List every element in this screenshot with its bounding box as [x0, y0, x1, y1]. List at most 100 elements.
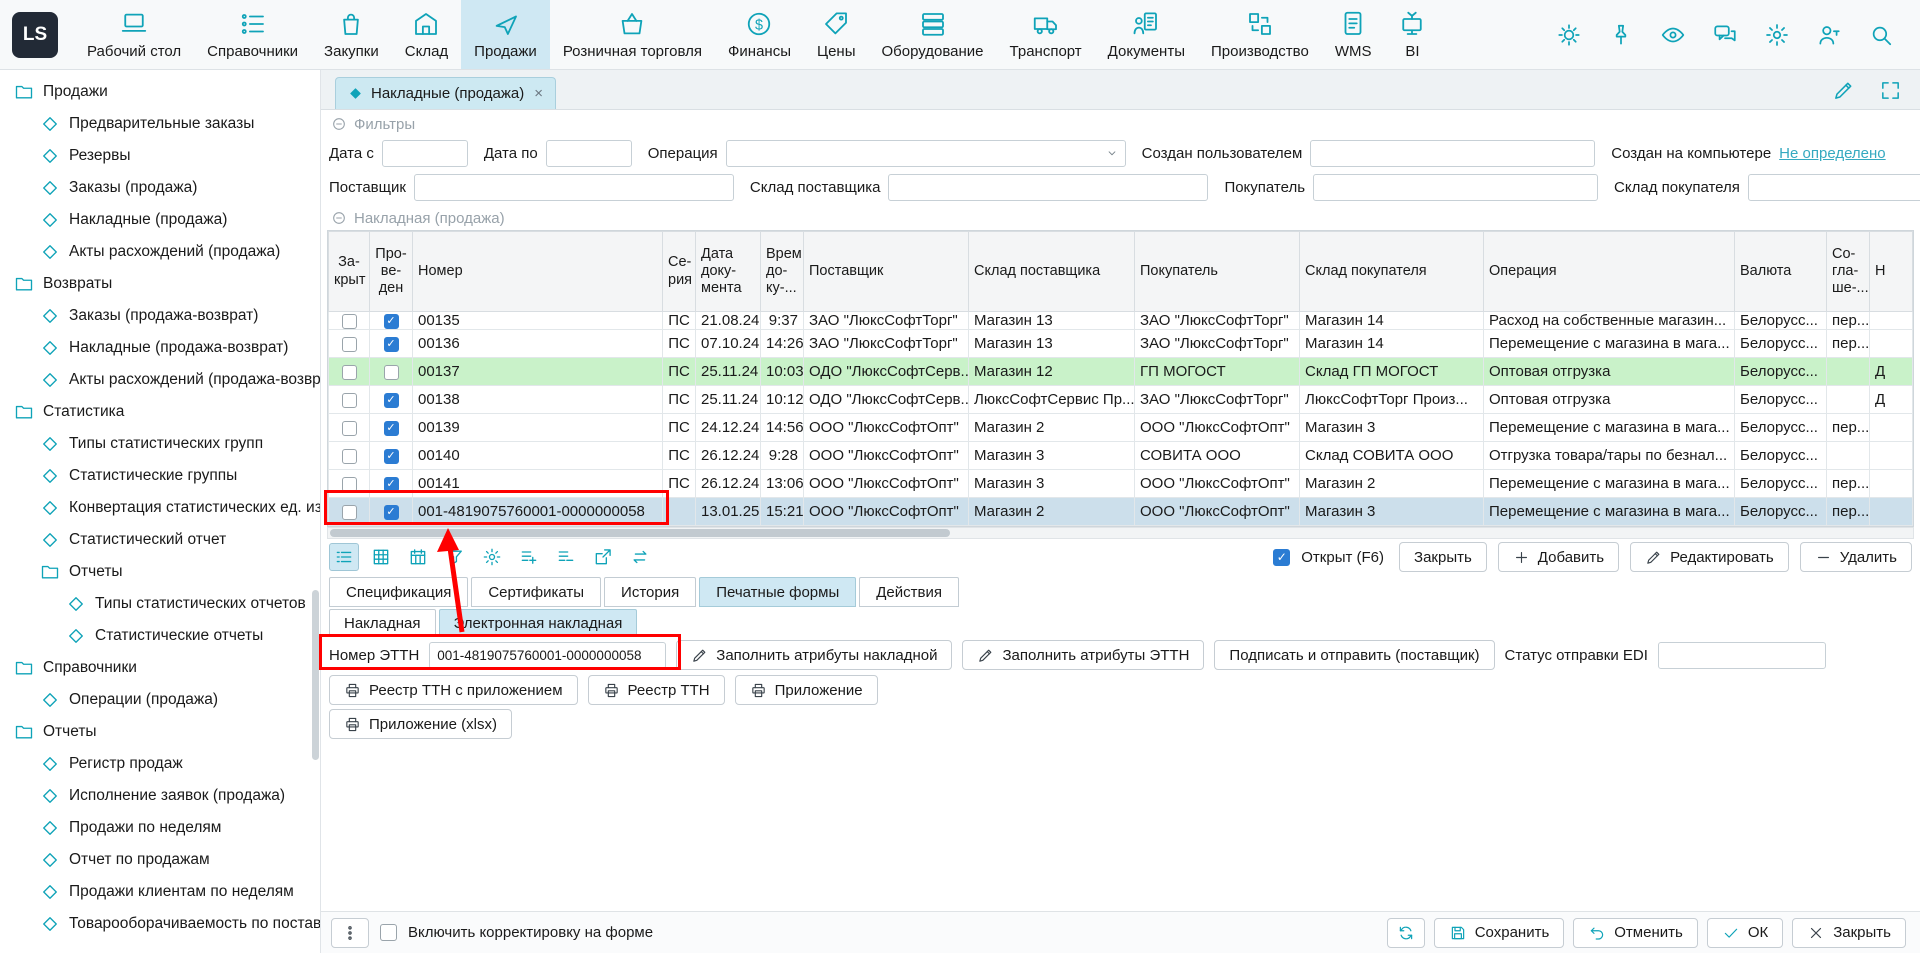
filter-input[interactable]: [546, 140, 632, 167]
print-attachment-button[interactable]: Приложение: [735, 675, 878, 705]
sidebar-item[interactable]: Статистические группы: [0, 460, 320, 492]
closed-checkbox[interactable]: [342, 337, 357, 352]
ettn-number-input[interactable]: [429, 642, 666, 669]
cancel-button[interactable]: Отменить: [1573, 918, 1698, 948]
cell-posted[interactable]: [370, 358, 413, 386]
filter-input[interactable]: [1310, 140, 1595, 167]
sidebar-item[interactable]: Продажи клиентам по неделям: [0, 876, 320, 908]
menu-item-prices[interactable]: Цены: [804, 0, 869, 69]
table-row[interactable]: ✓00140ПС26.12.249:28ООО "ЛюксСофтОпт"Маг…: [329, 442, 1913, 470]
edi-status-input[interactable]: [1658, 642, 1826, 669]
cell-posted[interactable]: ✓: [370, 386, 413, 414]
delete-button[interactable]: Удалить: [1800, 542, 1912, 572]
table-row[interactable]: ✓00138ПС25.11.2410:12ОДО "ЛюксСофтСерв..…: [329, 386, 1913, 414]
sidebar-item[interactable]: Заказы (продажа-возврат): [0, 300, 320, 332]
sidebar-item[interactable]: Типы статистических отчетов: [0, 588, 320, 620]
table-row[interactable]: ✓00141ПС26.12.2413:06ООО "ЛюксСофтОпт"Ма…: [329, 470, 1913, 498]
menu-item-bi[interactable]: BI: [1384, 0, 1440, 69]
column-header[interactable]: Покупатель: [1135, 232, 1300, 312]
cell-closed[interactable]: [329, 442, 370, 470]
group-remove-button[interactable]: [551, 543, 581, 571]
column-header[interactable]: За- крыт: [329, 232, 370, 312]
fullscreen-icon[interactable]: [1879, 79, 1902, 102]
scrollbar-thumb[interactable]: [330, 529, 950, 537]
menu-item-desktop[interactable]: Рабочий стол: [74, 0, 194, 69]
close-record-button[interactable]: Закрыть: [1399, 542, 1487, 572]
cell-posted[interactable]: ✓: [370, 414, 413, 442]
closed-checkbox[interactable]: [342, 421, 357, 436]
sidebar-item[interactable]: Резервы: [0, 140, 320, 172]
list-view-button[interactable]: [329, 543, 359, 571]
cell-closed[interactable]: [329, 498, 370, 526]
closed-checkbox[interactable]: [342, 449, 357, 464]
more-button[interactable]: [331, 918, 369, 948]
menu-item-purchases[interactable]: Закупки: [311, 0, 392, 69]
sidebar-item[interactable]: Продажи: [0, 76, 320, 108]
posted-checkbox[interactable]: ✓: [384, 314, 399, 329]
sidebar-item[interactable]: Накладные (продажа): [0, 204, 320, 236]
print-ttn-registry-button[interactable]: Реестр ТТН: [588, 675, 725, 705]
ok-button[interactable]: ОК: [1707, 918, 1783, 948]
table-row[interactable]: ✓00139ПС24.12.2414:56ООО "ЛюксСофтОпт"Ма…: [329, 414, 1913, 442]
sidebar-item[interactable]: Возвраты: [0, 268, 320, 300]
column-header[interactable]: Дата доку- мента: [696, 232, 761, 312]
collapse-icon[interactable]: [331, 116, 347, 132]
posted-checkbox[interactable]: ✓: [384, 337, 399, 352]
sidebar-item[interactable]: Статистический отчет: [0, 524, 320, 556]
sidebar-item[interactable]: Конвертация статистических ед. изм.: [0, 492, 320, 524]
sidebar-item[interactable]: Статистические отчеты: [0, 620, 320, 652]
table-row[interactable]: 00137ПС25.11.2410:03ОДО "ЛюксСофтСерв...…: [329, 358, 1913, 386]
closed-checkbox[interactable]: [342, 505, 357, 520]
column-header[interactable]: Се- рия: [663, 232, 696, 312]
cell-closed[interactable]: [329, 470, 370, 498]
export-button[interactable]: [588, 543, 618, 571]
closed-checkbox[interactable]: [342, 365, 357, 380]
sidebar-item[interactable]: Акты расхождений (продажа-возврат): [0, 364, 320, 396]
subtab-invoice[interactable]: Накладная: [329, 609, 436, 637]
settings-button[interactable]: [1764, 22, 1790, 48]
sidebar-item[interactable]: Заказы (продажа): [0, 172, 320, 204]
sidebar-item[interactable]: Операции (продажа): [0, 684, 320, 716]
menu-item-finance[interactable]: $Финансы: [715, 0, 804, 69]
sidebar-item[interactable]: Справочники: [0, 652, 320, 684]
sign-and-send-button[interactable]: Подписать и отправить (поставщик): [1214, 640, 1494, 670]
filter-link[interactable]: Не определено: [1779, 145, 1885, 162]
calendar-view-button[interactable]: [403, 543, 433, 571]
table-view-button[interactable]: [366, 543, 396, 571]
cell-posted[interactable]: ✓: [370, 442, 413, 470]
app-logo[interactable]: LS: [12, 12, 58, 58]
edit-form-icon[interactable]: [1832, 79, 1855, 102]
posted-checkbox[interactable]: ✓: [384, 393, 399, 408]
eye-button[interactable]: [1660, 22, 1686, 48]
subtab-e-invoice[interactable]: Электронная накладная: [439, 609, 638, 637]
tab-specification[interactable]: Спецификация: [329, 577, 468, 607]
table-row[interactable]: ✓00135ПС21.08.249:37ЗАО "ЛюксСофтТорг"Ма…: [329, 312, 1913, 330]
user-button[interactable]: [1816, 22, 1842, 48]
search-button[interactable]: [1868, 22, 1894, 48]
fill-invoice-attrs-button[interactable]: Заполнить атрибуты накладной: [676, 640, 952, 670]
cell-posted[interactable]: ✓: [370, 330, 413, 358]
menu-item-sales[interactable]: Продажи: [461, 0, 550, 69]
correction-checkbox[interactable]: [380, 924, 397, 941]
column-header[interactable]: Номер: [413, 232, 663, 312]
add-button[interactable]: Добавить: [1498, 542, 1619, 572]
close-form-button[interactable]: Закрыть: [1792, 918, 1906, 948]
cell-closed[interactable]: [329, 414, 370, 442]
save-button[interactable]: Сохранить: [1434, 918, 1565, 948]
group-add-button[interactable]: [514, 543, 544, 571]
tab-certificates[interactable]: Сертификаты: [471, 577, 601, 607]
column-header[interactable]: Со- гла- ше-...: [1827, 232, 1870, 312]
cell-closed[interactable]: [329, 386, 370, 414]
filter-input[interactable]: [1313, 174, 1598, 201]
tab-invoices-sales[interactable]: Накладные (продажа) ×: [335, 77, 556, 109]
menu-item-wms[interactable]: WMS: [1322, 0, 1385, 69]
tab-close-icon[interactable]: ×: [534, 85, 543, 102]
sidebar-item[interactable]: Продажи по неделям: [0, 812, 320, 844]
open-f6-checkbox[interactable]: ✓: [1273, 549, 1290, 566]
sidebar-item[interactable]: Типы статистических групп: [0, 428, 320, 460]
print-ttn-registry-with-attachment-button[interactable]: Реестр ТТН с приложением: [329, 675, 578, 705]
closed-checkbox[interactable]: [342, 477, 357, 492]
table-row[interactable]: ✓001-4819075760001-000000005813.01.2515:…: [329, 498, 1913, 526]
menu-item-retail[interactable]: Розничная торговля: [550, 0, 715, 69]
posted-checkbox[interactable]: ✓: [384, 505, 399, 520]
